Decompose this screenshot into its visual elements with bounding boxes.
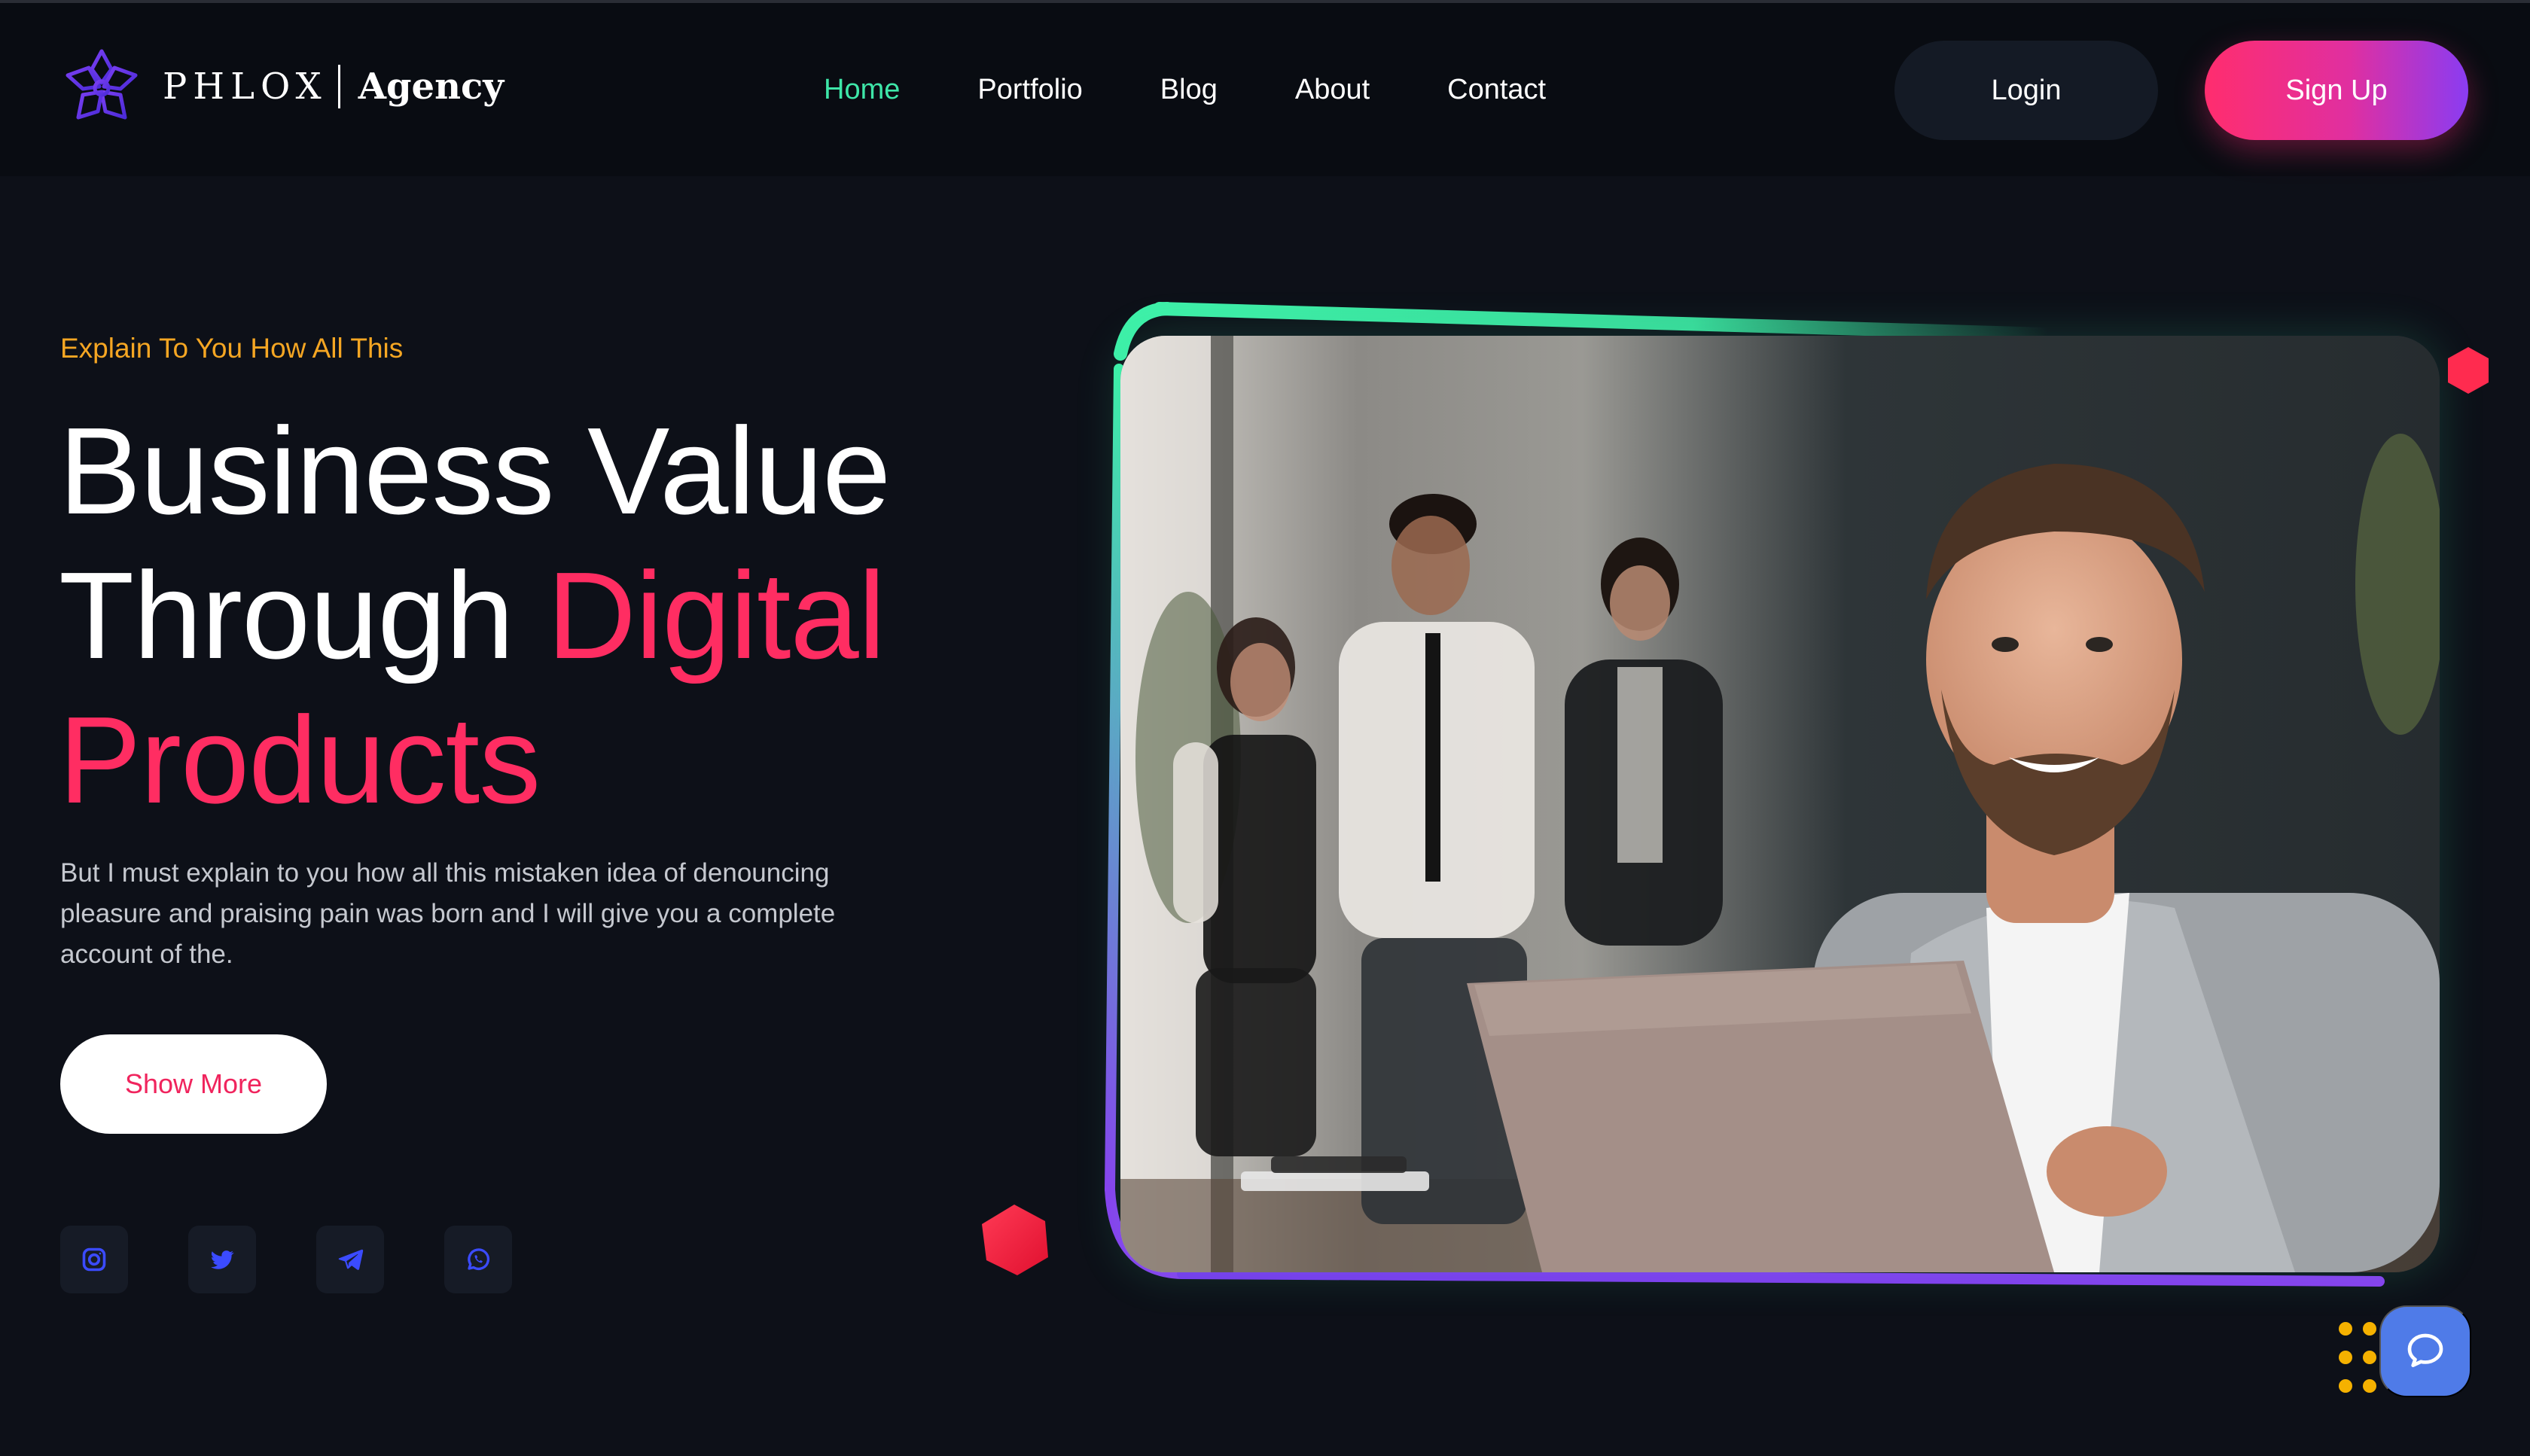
- headline-line-1: Business Value: [59, 402, 891, 540]
- chat-button[interactable]: [2379, 1305, 2471, 1397]
- telegram-icon: [338, 1249, 364, 1270]
- hero-eyebrow: Explain To You How All This: [60, 333, 404, 364]
- headline-accent-products: Products: [59, 691, 541, 829]
- brand-suffix: Agency: [358, 65, 504, 108]
- flower-logo-icon: [66, 49, 138, 120]
- nav-portfolio[interactable]: Portfolio: [977, 74, 1082, 106]
- twitter-link[interactable]: [188, 1226, 256, 1293]
- hero-headline: Business Value Through Digital Products: [59, 399, 1038, 833]
- signup-button[interactable]: Sign Up: [2205, 41, 2468, 140]
- instagram-icon: [82, 1247, 106, 1272]
- nav-blog[interactable]: Blog: [1160, 74, 1218, 106]
- hero-image-frame: [1099, 301, 2477, 1295]
- twitter-icon: [211, 1250, 234, 1269]
- chat-bubble-icon: [2407, 1333, 2443, 1367]
- whatsapp-icon: [468, 1248, 490, 1270]
- headline-line-2-plain: Through: [59, 547, 547, 684]
- show-more-button[interactable]: Show More: [60, 1034, 327, 1134]
- headline-accent-digital: Digital: [547, 547, 886, 684]
- headline-line-2: Through Digital: [59, 544, 1038, 688]
- hero-photo-illustration: [1120, 336, 2440, 1272]
- brand-name: PHLOX: [163, 65, 328, 108]
- nav-about[interactable]: About: [1295, 74, 1370, 106]
- nav-contact[interactable]: Contact: [1447, 74, 1546, 106]
- brand-logo[interactable]: PHLOX Agency: [60, 45, 504, 128]
- telegram-link[interactable]: [316, 1226, 384, 1293]
- hexagon-decoration-bottom: [982, 1205, 1048, 1275]
- hero-photo: [1120, 336, 2440, 1272]
- hero-description: But I must explain to you how all this m…: [60, 858, 836, 969]
- main-nav: Home Portfolio Blog About Contact: [824, 74, 1623, 106]
- whatsapp-link[interactable]: [444, 1226, 512, 1293]
- hexagon-decoration-top: [2448, 347, 2489, 394]
- instagram-link[interactable]: [60, 1226, 128, 1293]
- login-button[interactable]: Login: [1894, 41, 2158, 140]
- navbar: PHLOX Agency Home Portfolio Blog About C…: [0, 3, 2530, 176]
- brand-divider: [337, 65, 340, 108]
- social-links: [60, 1226, 512, 1293]
- nav-home[interactable]: Home: [824, 74, 900, 106]
- chat-dots-decoration: [2339, 1322, 2384, 1394]
